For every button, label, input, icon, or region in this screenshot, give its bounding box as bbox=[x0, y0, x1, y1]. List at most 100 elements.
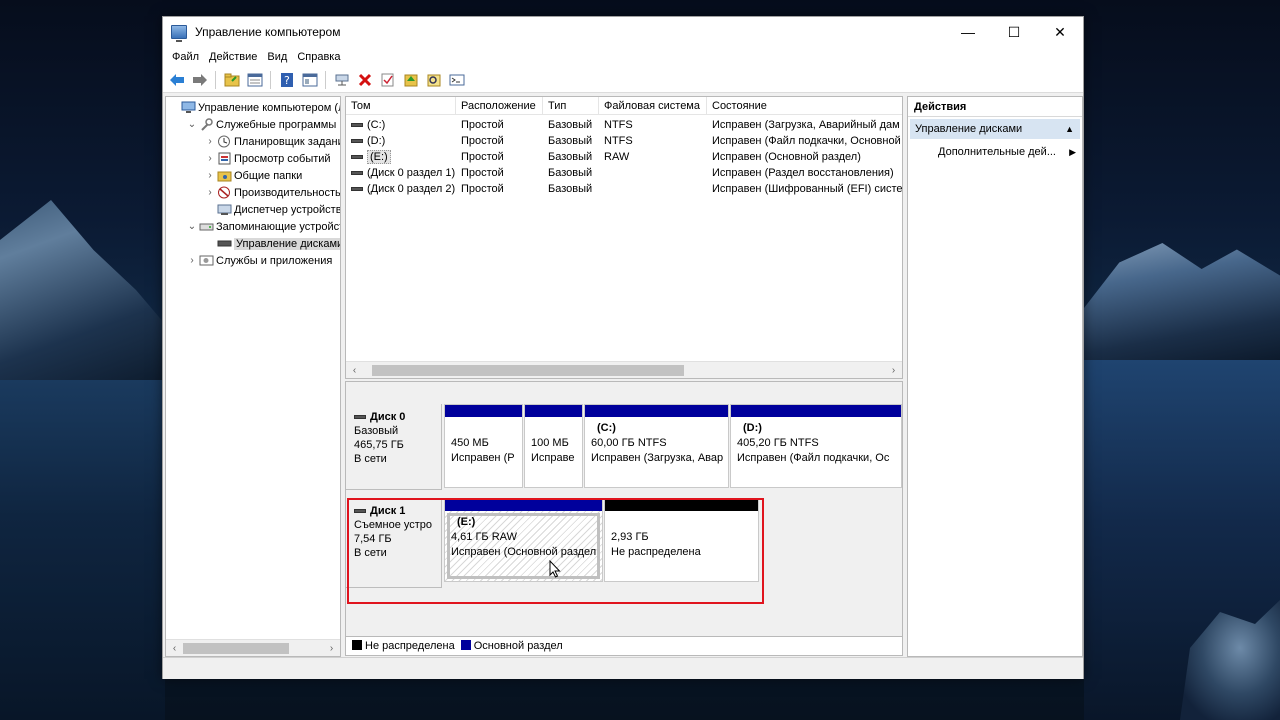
tree-item[interactable]: › Общие папки bbox=[204, 167, 302, 184]
column-file-system[interactable]: Файловая система bbox=[599, 97, 707, 115]
navigation-tree[interactable]: Управление компьютером (л ⌄ Служебные прог… bbox=[165, 96, 341, 657]
partition-status: Исправе bbox=[531, 452, 575, 464]
partition-bar bbox=[525, 405, 582, 417]
help-icon[interactable]: ? bbox=[277, 70, 296, 89]
disk-0-partition-1[interactable]: 450 МБ Исправен (Р bbox=[444, 404, 523, 488]
volume-name: (Диск 0 раздел 1) bbox=[367, 167, 456, 179]
table-row[interactable]: (E:) Простой Базовый RAW Исправен (Основной … bbox=[346, 149, 902, 165]
disk-state: В сети bbox=[354, 453, 387, 465]
disk-0-partition-2[interactable]: 100 МБ Исправе bbox=[524, 404, 583, 488]
partition-status: Исправен (Р bbox=[451, 452, 515, 464]
tree-item[interactable]: Управление дисками bbox=[204, 235, 340, 252]
partition-size: 405,20 ГБ NTFS bbox=[737, 437, 819, 449]
cell-type: Базовый bbox=[548, 167, 593, 179]
disk-1-info[interactable]: Диск 1 Съемное устро 7,54 ГБ В сети bbox=[346, 498, 442, 588]
maximize-button[interactable]: ☐ bbox=[991, 17, 1037, 47]
cell-type: Базовый bbox=[548, 151, 593, 163]
disk-kind: Съемное устро bbox=[354, 519, 433, 531]
forward-arrow-icon[interactable] bbox=[190, 70, 209, 89]
collapse-up-icon[interactable]: ▲ bbox=[1065, 124, 1074, 134]
volume-name: (Диск 0 раздел 2) bbox=[367, 183, 456, 195]
find-icon[interactable] bbox=[424, 70, 443, 89]
collapsed-chevron-icon[interactable]: › bbox=[186, 255, 198, 266]
cell-type: Базовый bbox=[548, 119, 593, 131]
tree-item[interactable]: › Службы и приложения bbox=[186, 252, 332, 269]
selection-frame bbox=[447, 513, 600, 579]
cell-status: Исправен (Основной раздел) bbox=[712, 151, 861, 163]
expanded-chevron-icon[interactable]: ⌄ bbox=[186, 221, 198, 232]
disk-0-partition-d[interactable]: (D:) 405,20 ГБ NTFS Исправен (Файл подка… bbox=[730, 404, 902, 488]
close-button[interactable]: ✕ bbox=[1037, 17, 1083, 47]
cell-volume: (D:) bbox=[346, 133, 456, 149]
disk-1-unallocated[interactable]: 2,93 ГБ Не распределена bbox=[604, 498, 759, 582]
disk-0-info[interactable]: Диск 0 Базовый 465,75 ГБ В сети bbox=[346, 404, 442, 490]
title-bar[interactable]: Управление компьютером — ☐ ✕ bbox=[163, 17, 1083, 47]
up-icon[interactable] bbox=[401, 70, 420, 89]
menu-help[interactable]: Справка bbox=[292, 51, 345, 63]
partition-bar bbox=[731, 405, 901, 417]
tree-item[interactable]: Диспетчер устройств bbox=[204, 201, 341, 218]
scroll-left-arrow-icon[interactable]: ‹ bbox=[166, 640, 183, 656]
tree-item[interactable]: Управление компьютером (л bbox=[168, 99, 340, 116]
menu-action[interactable]: Действие bbox=[204, 51, 262, 63]
actions-section-disk-management[interactable]: Управление дисками ▲ bbox=[910, 119, 1080, 139]
volume-list[interactable]: Том Расположение Тип Файловая система Со… bbox=[345, 96, 903, 379]
column-volume[interactable]: Том bbox=[346, 97, 456, 115]
tree-item[interactable]: ⌄ Запоминающие устройст bbox=[186, 218, 340, 235]
tree-item-label: Производительность bbox=[234, 186, 341, 199]
table-row[interactable]: (Диск 0 раздел 2) Простой Базовый Исправен … bbox=[346, 181, 902, 197]
column-layout[interactable]: Расположение bbox=[456, 97, 543, 115]
minimize-button[interactable]: — bbox=[945, 17, 991, 47]
cell-layout: Простой bbox=[461, 183, 504, 195]
check-icon[interactable] bbox=[378, 70, 397, 89]
column-type[interactable]: Тип bbox=[543, 97, 599, 115]
expanded-chevron-icon[interactable]: ⌄ bbox=[186, 119, 198, 130]
tree-item[interactable]: › Просмотр событий bbox=[204, 150, 331, 167]
more-actions-item[interactable]: Дополнительные дей... ▶ bbox=[908, 143, 1082, 161]
tree-item-label: Планировщик заданий bbox=[234, 135, 341, 148]
tree-item-label: Служебные программы bbox=[216, 118, 337, 131]
disk-1-row: Диск 1 Съемное устро 7,54 ГБ В сети (E:)… bbox=[346, 498, 902, 588]
disk-0-partition-c[interactable]: (C:) 60,00 ГБ NTFS Исправен (Загрузка, А… bbox=[584, 404, 729, 488]
tree-item[interactable]: ⌄ Служебные программы bbox=[186, 116, 336, 133]
collapsed-chevron-icon[interactable]: › bbox=[204, 170, 216, 181]
desktop-lake-left bbox=[0, 380, 165, 720]
volume-icon bbox=[351, 123, 363, 127]
menu-view[interactable]: Вид bbox=[262, 51, 292, 63]
scroll-left-arrow-icon[interactable]: ‹ bbox=[346, 362, 363, 378]
scrollbar-thumb[interactable] bbox=[183, 643, 289, 654]
collapsed-chevron-icon[interactable]: › bbox=[204, 136, 216, 147]
delete-icon[interactable] bbox=[355, 70, 374, 89]
view-icon[interactable] bbox=[300, 70, 319, 89]
partition-size: 450 МБ bbox=[451, 437, 489, 449]
disk-0-row: Диск 0 Базовый 465,75 ГБ В сети 450 МБ И… bbox=[346, 404, 902, 490]
tree-item[interactable]: › Планировщик заданий bbox=[204, 133, 341, 150]
disk-1-partition-e[interactable]: (E:) 4,61 ГБ RAW Исправен (Основной разд… bbox=[444, 498, 603, 582]
scroll-right-arrow-icon[interactable]: › bbox=[885, 362, 902, 378]
cell-file-system: NTFS bbox=[604, 119, 633, 131]
scrollbar-thumb[interactable] bbox=[372, 365, 684, 376]
connect-icon[interactable] bbox=[332, 70, 351, 89]
disk-graphical-view[interactable]: Диск 0 Базовый 465,75 ГБ В сети 450 МБ И… bbox=[345, 381, 903, 656]
collapsed-chevron-icon[interactable]: › bbox=[204, 187, 216, 198]
column-status[interactable]: Состояние bbox=[707, 97, 902, 115]
svg-text:?: ? bbox=[284, 74, 290, 87]
properties-icon[interactable] bbox=[245, 70, 264, 89]
console-icon[interactable] bbox=[447, 70, 466, 89]
disk-icon bbox=[354, 509, 366, 513]
collapsed-chevron-icon[interactable]: › bbox=[204, 153, 216, 164]
table-row[interactable]: (Диск 0 раздел 1) Простой Базовый Исправен … bbox=[346, 165, 902, 181]
tree-horizontal-scrollbar[interactable]: ‹ › bbox=[166, 639, 340, 656]
volume-list-horizontal-scrollbar[interactable]: ‹ › bbox=[346, 361, 902, 378]
event-viewer-icon bbox=[216, 152, 232, 166]
table-row[interactable]: (C:) Простой Базовый NTFS Исправен (Загрузка… bbox=[346, 117, 902, 133]
cell-type: Базовый bbox=[548, 135, 593, 147]
menu-file[interactable]: Файл bbox=[167, 51, 204, 63]
back-arrow-icon[interactable] bbox=[167, 70, 186, 89]
tree-item[interactable]: › Производительность bbox=[204, 184, 341, 201]
table-row[interactable]: (D:) Простой Базовый NTFS Исправен (Файл под… bbox=[346, 133, 902, 149]
tree-item-label: Диспетчер устройств bbox=[234, 203, 341, 216]
folder-icon[interactable] bbox=[222, 70, 241, 89]
legend: Не распределена Основной раздел bbox=[345, 636, 903, 656]
scroll-right-arrow-icon[interactable]: › bbox=[323, 640, 340, 656]
